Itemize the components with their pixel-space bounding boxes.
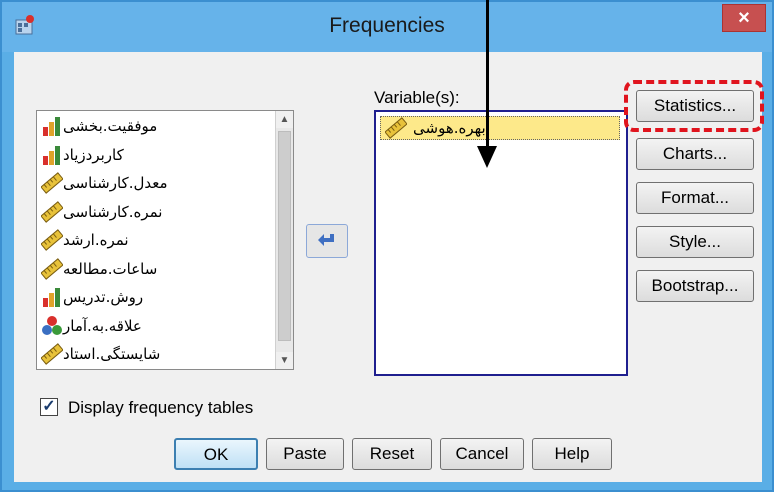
source-variable-item[interactable]: معدل.کارشناسی <box>40 170 261 196</box>
source-variable-label: شایستگی.استاد <box>63 345 161 363</box>
source-variable-item[interactable]: ساعات.مطالعه <box>40 256 261 282</box>
paste-button[interactable]: Paste <box>266 438 344 470</box>
ruler-icon <box>385 117 407 139</box>
title-bar: Frequencies × <box>2 2 772 52</box>
close-button[interactable]: × <box>722 4 766 32</box>
window-title: Frequencies <box>329 14 445 37</box>
arrow-left-icon <box>318 234 334 246</box>
format-button[interactable]: Format... <box>636 182 754 214</box>
selected-variable-item[interactable]: بهره.هوشی <box>380 116 620 140</box>
source-variable-item[interactable]: کاربردزیاد <box>41 142 261 168</box>
selected-variable-label: بهره.هوشی <box>413 119 486 137</box>
source-variable-label: نمره.ارشد <box>63 231 129 249</box>
nominal-circles-icon <box>41 315 63 337</box>
bar-chart-icon <box>41 115 63 137</box>
ruler-icon <box>40 200 64 223</box>
ruler-icon <box>40 229 64 251</box>
charts-button[interactable]: Charts... <box>636 138 754 170</box>
annotation-arrow-head-icon <box>477 146 497 168</box>
bar-chart-icon <box>41 286 63 308</box>
scroll-thumb[interactable] <box>278 131 291 341</box>
ruler-icon <box>40 343 64 365</box>
source-variable-label: نمره.کارشناسی <box>63 202 163 221</box>
source-variable-label: موفقیت.بخشی <box>63 117 158 135</box>
bar-chart-icon <box>41 144 63 166</box>
source-variable-item[interactable]: علاقه.به.آمار <box>41 313 261 339</box>
bootstrap-button[interactable]: Bootstrap... <box>636 270 754 302</box>
source-variable-item[interactable]: شایستگی.استاد <box>40 341 261 367</box>
source-variable-item[interactable]: روش.تدریس <box>41 284 261 310</box>
source-variable-label: معدل.کارشناسی <box>63 174 168 192</box>
source-variable-list[interactable]: موفقیت.بخشی کاربردزیاد معدل.کارشناسی نمره.ک… <box>36 110 294 370</box>
move-variable-button[interactable] <box>306 224 348 258</box>
scroll-up-icon[interactable]: ▲ <box>276 111 293 128</box>
ruler-icon <box>40 172 64 194</box>
source-variable-label: علاقه.به.آمار <box>63 316 142 335</box>
source-variable-item[interactable]: نمره.ارشد <box>40 227 261 253</box>
style-button[interactable]: Style... <box>636 226 754 258</box>
dialog-window: Frequencies × موفقیت.بخشی کاربردزیاد معدل.… <box>0 0 774 492</box>
display-frequency-tables-checkbox[interactable]: ✓ <box>40 398 58 416</box>
source-variable-label: ساعات.مطالعه <box>63 259 158 278</box>
cancel-button[interactable]: Cancel <box>440 438 524 470</box>
ok-button[interactable]: OK <box>174 438 258 470</box>
display-frequency-tables-label: Display frequency tables <box>68 398 254 417</box>
selected-variable-list[interactable]: بهره.هوشی <box>374 110 628 376</box>
source-variable-item[interactable]: موفقیت.بخشی <box>41 113 261 139</box>
statistics-highlight-annotation <box>624 80 764 132</box>
scroll-down-icon[interactable]: ▼ <box>276 352 293 369</box>
source-variable-item[interactable]: نمره.کارشناسی <box>40 199 261 225</box>
variables-label: Variable(s): <box>374 88 460 107</box>
reset-button[interactable]: Reset <box>352 438 432 470</box>
help-button[interactable]: Help <box>532 438 612 470</box>
annotation-arrow-line <box>486 0 489 148</box>
ruler-icon <box>40 257 64 280</box>
dialog-body: موفقیت.بخشی کاربردزیاد معدل.کارشناسی نمره.ک… <box>14 52 764 482</box>
source-variable-label: روش.تدریس <box>63 288 144 306</box>
source-variable-label: کاربردزیاد <box>63 145 124 164</box>
source-list-scrollbar[interactable]: ▲ ▼ <box>275 111 293 369</box>
